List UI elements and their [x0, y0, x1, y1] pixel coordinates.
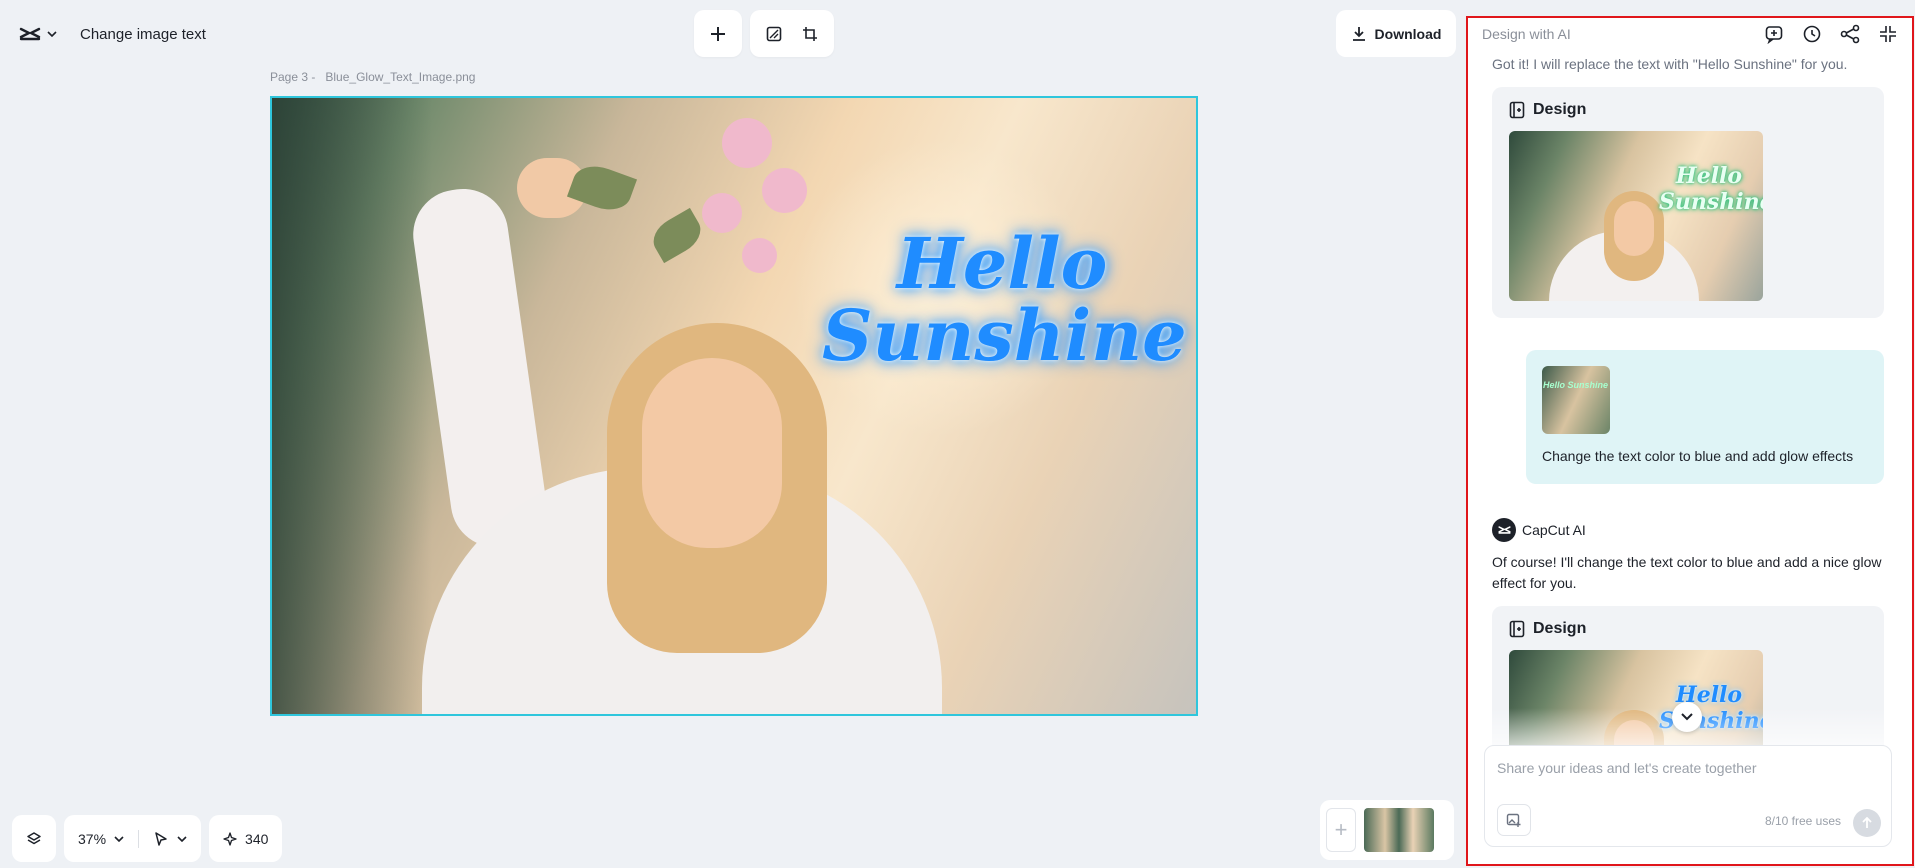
crop-button[interactable]	[794, 18, 826, 50]
pointer-icon[interactable]	[153, 831, 169, 847]
leaf	[646, 207, 708, 264]
chevron-down-icon[interactable]	[114, 835, 124, 842]
previous-ai-message: Got it! I will replace the text with "He…	[1492, 56, 1848, 72]
share-icon[interactable]	[1840, 24, 1860, 44]
flower	[722, 118, 772, 168]
resize-icon	[766, 26, 782, 41]
zoom-level[interactable]: 37%	[78, 831, 106, 847]
download-label: Download	[1374, 25, 1442, 42]
add-tool-box	[694, 10, 742, 57]
thumb-text: HelloSunshine	[1659, 163, 1763, 215]
bottom-toolbar: 37% 340	[12, 815, 283, 862]
design-icon	[1509, 620, 1525, 638]
app-menu-button[interactable]	[12, 14, 64, 54]
sparkle-icon	[223, 831, 237, 846]
design-card-title: Design	[1533, 620, 1587, 637]
user-message-text: Change the text color to blue and add gl…	[1542, 448, 1854, 464]
design-result-card[interactable]: Design HelloSunshine	[1492, 87, 1884, 318]
send-button[interactable]	[1853, 809, 1881, 837]
face	[642, 358, 782, 548]
chevron-down-icon[interactable]	[177, 835, 187, 842]
chevron-down-icon	[47, 31, 57, 37]
layers-button[interactable]	[12, 815, 56, 862]
ai-panel-header: Design with AI	[1468, 18, 1912, 50]
flower	[702, 193, 742, 233]
image-attach-icon	[1506, 813, 1521, 827]
canvas-toolbar	[694, 10, 834, 57]
user-message-bubble: Hello Sunshine Change the text color to …	[1526, 350, 1884, 484]
design-card-header: Design	[1509, 101, 1867, 119]
user-attached-image[interactable]: Hello Sunshine	[1542, 366, 1610, 434]
thumb-face	[1614, 201, 1654, 256]
page-label: Page 3 - Blue_Glow_Text_Image.png	[270, 70, 475, 84]
background-foliage	[272, 98, 432, 714]
page-thumbnail-strip: +	[1320, 800, 1454, 860]
text-overlay-line2: Sunshine	[822, 294, 1187, 377]
thumb-text-line1: Hello	[1675, 163, 1743, 189]
send-icon	[1862, 817, 1872, 828]
capcut-logo-icon	[19, 27, 41, 41]
assistant-message: Of course! I'll change the text color to…	[1492, 554, 1882, 591]
layers-icon	[27, 831, 41, 844]
scroll-to-bottom-button[interactable]	[1672, 702, 1702, 732]
design-card-title: Design	[1533, 101, 1587, 118]
user-thumb-text: Hello Sunshine	[1542, 380, 1608, 390]
thumb-text-line2: Sunshine	[1659, 189, 1763, 215]
add-page-button[interactable]: +	[1326, 808, 1356, 852]
zoom-pointer-group: 37%	[64, 815, 202, 862]
flower	[762, 168, 807, 213]
download-icon	[1352, 26, 1365, 41]
new-chat-icon[interactable]	[1764, 24, 1784, 44]
text-overlay-line1: Hello	[896, 222, 1108, 305]
add-button[interactable]	[702, 18, 734, 50]
project-title[interactable]: Change image text	[70, 18, 216, 51]
crop-icon	[803, 26, 817, 41]
collapse-icon[interactable]	[1878, 24, 1898, 44]
assistant-header: CapCut AI	[1492, 518, 1890, 542]
chevron-down-icon	[1681, 713, 1693, 721]
ai-panel-title: Design with AI	[1482, 26, 1571, 42]
free-uses-count: 8/10 free uses	[1764, 814, 1841, 828]
capcut-logo-icon	[1497, 526, 1511, 534]
ai-panel-actions	[1764, 24, 1898, 44]
attach-image-button[interactable]	[1497, 804, 1531, 836]
page-thumbnails[interactable]	[1364, 808, 1434, 852]
chat-input-placeholder[interactable]: Share your ideas and let's create togeth…	[1497, 760, 1757, 776]
chat-input-box[interactable]: Share your ideas and let's create togeth…	[1484, 745, 1892, 847]
chat-history[interactable]: Got it! I will replace the text with "He…	[1468, 50, 1912, 762]
credits-button[interactable]: 340	[209, 815, 283, 862]
top-left-bar: Change image text	[12, 14, 216, 54]
credits-count: 340	[245, 830, 269, 847]
download-button[interactable]: Download	[1336, 10, 1456, 57]
design-thumbnail[interactable]: HelloSunshine	[1509, 131, 1763, 301]
design-with-ai-panel: Design with AI Got it! I will replace th…	[1466, 16, 1914, 866]
file-name[interactable]: Blue_Glow_Text_Image.png	[325, 70, 475, 84]
page-number: Page 3 -	[270, 70, 316, 84]
capcut-avatar	[1492, 518, 1516, 542]
text-overlay[interactable]: Hello Sunshine	[822, 222, 1187, 372]
design-canvas[interactable]: Hello Sunshine	[270, 96, 1198, 716]
resize-button[interactable]	[758, 18, 790, 50]
design-card-header: Design	[1509, 620, 1867, 638]
transform-tool-box	[750, 10, 834, 57]
design-icon	[1509, 101, 1525, 119]
history-icon[interactable]	[1802, 24, 1822, 44]
plus-icon	[711, 26, 725, 41]
assistant-name: CapCut AI	[1522, 522, 1586, 538]
divider	[138, 829, 140, 848]
flower	[742, 238, 777, 273]
